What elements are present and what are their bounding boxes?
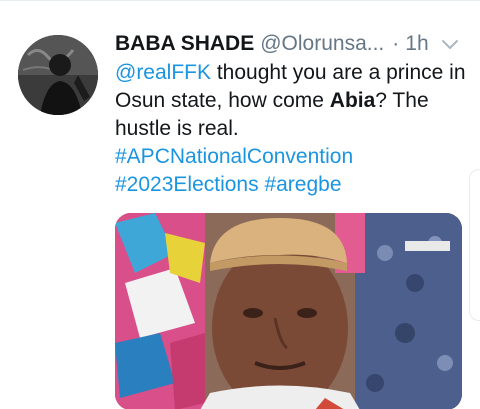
tweet-text-bold: Abia (329, 89, 376, 112)
tweet-content: BABA SHADE @Olorunsa... · 1h @realFFK th… (115, 29, 470, 199)
timestamp[interactable]: 1h (405, 29, 428, 59)
hashtag-apcnationalconvention[interactable]: #APCNationalConvention (115, 145, 353, 168)
tweet-text: @realFFK thought you are a prince in Osu… (115, 59, 470, 143)
hashtag-line-2: #2023Elections #aregbe (115, 171, 470, 199)
mention-link[interactable]: @realFFK (115, 61, 211, 84)
hashtag-line-1: #APCNationalConvention (115, 143, 470, 171)
tweet-media-image[interactable] (115, 213, 462, 409)
user-handle[interactable]: @Olorunsa... (260, 29, 384, 59)
avatar-photo (18, 35, 98, 115)
display-name[interactable]: BABA SHADE (115, 29, 254, 59)
hashtag-2023elections[interactable]: #2023Elections (115, 173, 259, 196)
tweet-card[interactable]: BABA SHADE @Olorunsa... · 1h @realFFK th… (0, 0, 480, 409)
hashtag-aregbe[interactable]: #aregbe (264, 173, 341, 196)
avatar[interactable] (18, 35, 98, 115)
separator: · (392, 32, 400, 55)
media-photo (115, 213, 462, 409)
adjacent-card-edge (469, 169, 480, 321)
tweet-header: BABA SHADE @Olorunsa... · 1h (115, 29, 470, 59)
chevron-down-icon[interactable] (440, 37, 460, 51)
